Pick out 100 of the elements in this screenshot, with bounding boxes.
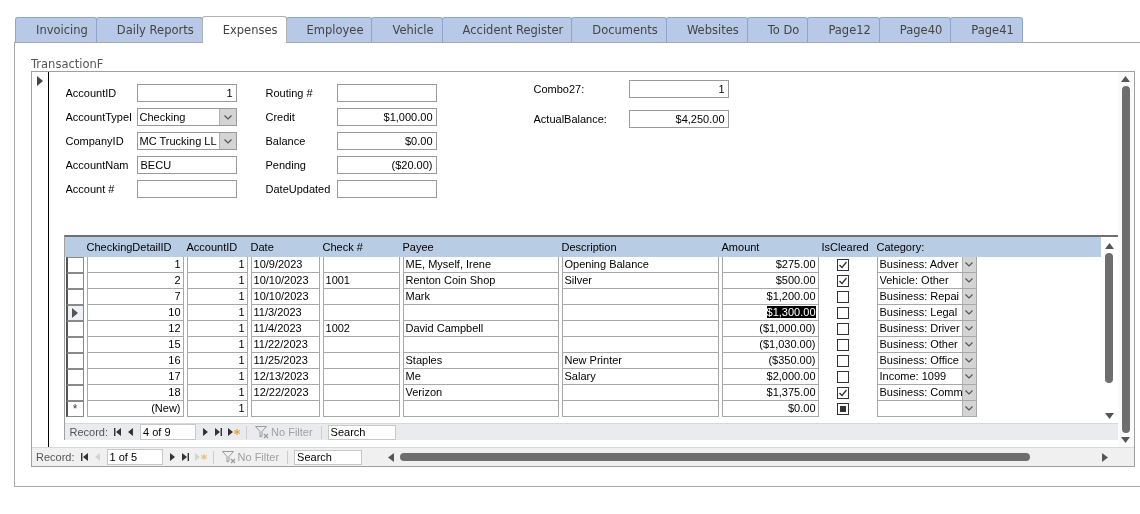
table-cell[interactable]: 10/10/2023 (250, 273, 320, 289)
table-cell[interactable]: Staples (402, 353, 559, 369)
table-cell[interactable]: 11/3/2023 (250, 305, 320, 321)
table-cell[interactable] (561, 321, 719, 337)
table-cell[interactable] (322, 369, 400, 385)
checkbox[interactable] (836, 371, 849, 383)
row-selector[interactable] (65, 353, 84, 369)
checkbox[interactable] (836, 323, 849, 335)
table-cell[interactable]: 1 (186, 353, 248, 369)
dropdown-button[interactable] (961, 353, 976, 368)
scroll-down-icon[interactable] (1121, 437, 1131, 443)
table-cell[interactable]: 1 (186, 401, 248, 417)
table-cell[interactable] (561, 401, 719, 417)
table-cell[interactable]: 11/4/2023 (250, 321, 320, 337)
checkbox[interactable] (836, 275, 849, 287)
table-cell[interactable]: 1 (186, 385, 248, 401)
input-field[interactable] (336, 180, 437, 198)
combo-box[interactable]: Business: Other (876, 337, 977, 353)
table-cell[interactable]: 10 (86, 305, 184, 321)
row-selector[interactable] (65, 337, 84, 353)
dropdown-button[interactable] (961, 273, 976, 288)
table-cell[interactable]: $1,200.00 (721, 289, 819, 305)
row-selector[interactable]: * (65, 401, 84, 417)
table-cell[interactable]: 18 (86, 385, 184, 401)
tab[interactable]: Vehicle (371, 17, 443, 42)
table-cell[interactable]: David Campbell (402, 321, 559, 337)
dropdown-button[interactable] (961, 385, 976, 400)
table-cell[interactable]: 12/22/2023 (250, 385, 320, 401)
combo-box[interactable]: Business: Repai (876, 289, 977, 305)
next-record-icon[interactable] (202, 427, 210, 437)
checkbox[interactable] (836, 259, 849, 271)
table-cell[interactable] (322, 385, 400, 401)
checkbox[interactable] (836, 291, 849, 303)
tab[interactable]: Expenses (201, 16, 287, 43)
first-record-icon[interactable] (80, 452, 88, 462)
scroll-left-icon[interactable] (388, 452, 395, 462)
table-cell[interactable]: $0.00 (721, 401, 819, 417)
input-field[interactable]: BECU (136, 156, 237, 174)
table-cell[interactable]: 1 (186, 273, 248, 289)
scroll-right-icon[interactable] (1102, 452, 1108, 462)
next-record-icon[interactable] (168, 452, 176, 462)
tab[interactable]: To Do (746, 17, 809, 42)
table-cell[interactable]: 1 (186, 321, 248, 337)
table-cell[interactable]: $500.00 (721, 273, 819, 289)
table-cell[interactable]: 10/10/2023 (250, 289, 320, 305)
table-cell[interactable]: Renton Coin Shop (402, 273, 559, 289)
combo-box[interactable]: Income: 1099 (876, 369, 977, 385)
table-cell[interactable]: $2,000.00 (721, 369, 819, 385)
table-cell[interactable] (402, 305, 559, 321)
previous-record-icon[interactable] (127, 427, 135, 437)
checkbox[interactable] (836, 355, 849, 367)
input-field[interactable]: $1,000.00 (336, 108, 437, 126)
dropdown-button[interactable] (961, 401, 976, 416)
table-cell[interactable]: Mark (402, 289, 559, 305)
row-selector[interactable] (65, 273, 84, 289)
dropdown-button[interactable] (961, 305, 976, 320)
table-cell[interactable] (322, 353, 400, 369)
tab[interactable]: Page41 (950, 17, 1023, 42)
scroll-up-icon[interactable] (1104, 243, 1114, 249)
search-field[interactable]: Search (327, 424, 396, 440)
tab[interactable]: Page40 (878, 17, 952, 42)
combo-box[interactable]: Business: Driver (876, 321, 977, 337)
table-cell[interactable]: Salary (561, 369, 719, 385)
table-cell[interactable]: 11/25/2023 (250, 353, 320, 369)
search-field[interactable]: Search (294, 449, 363, 465)
table-cell[interactable]: 1 (186, 289, 248, 305)
table-cell[interactable]: 12 (86, 321, 184, 337)
table-cell[interactable] (561, 337, 719, 353)
combo-box[interactable]: Checking (136, 108, 237, 126)
table-cell[interactable]: Me (402, 369, 559, 385)
table-cell[interactable] (322, 289, 400, 305)
table-cell[interactable]: $1,300.00 (721, 305, 819, 321)
combo-box[interactable]: Business: Comm (876, 385, 977, 401)
dropdown-button[interactable] (961, 289, 976, 304)
dropdown-button[interactable] (961, 337, 976, 352)
row-selector[interactable] (65, 257, 84, 273)
table-cell[interactable]: $275.00 (721, 257, 819, 273)
table-cell[interactable]: $1,375.00 (721, 385, 819, 401)
tab[interactable]: Page12 (807, 17, 880, 42)
record-number-field[interactable]: 4 of 9 (140, 424, 197, 440)
first-record-icon[interactable] (114, 427, 122, 437)
dropdown-button[interactable] (961, 257, 976, 272)
table-cell[interactable]: ($350.00) (721, 353, 819, 369)
row-selector[interactable] (65, 321, 84, 337)
input-field[interactable]: ($20.00) (336, 156, 437, 174)
tab[interactable]: Daily Reports (95, 17, 203, 42)
table-cell[interactable]: ME, Myself, Irene (402, 257, 559, 273)
table-cell[interactable] (250, 401, 320, 417)
table-cell[interactable]: 2 (86, 273, 184, 289)
tab[interactable]: Documents (571, 17, 667, 42)
tab[interactable]: Websites (665, 17, 748, 42)
checkbox[interactable] (836, 387, 849, 399)
vertical-scrollbar[interactable] (1117, 72, 1134, 447)
input-field[interactable]: 1 (628, 80, 729, 98)
row-selector[interactable] (65, 385, 84, 401)
table-cell[interactable] (322, 257, 400, 273)
row-selector[interactable] (65, 305, 84, 321)
tab[interactable]: Accident Register (441, 17, 573, 42)
dropdown-button[interactable] (961, 369, 976, 384)
combo-box[interactable]: Business: Office (876, 353, 977, 369)
